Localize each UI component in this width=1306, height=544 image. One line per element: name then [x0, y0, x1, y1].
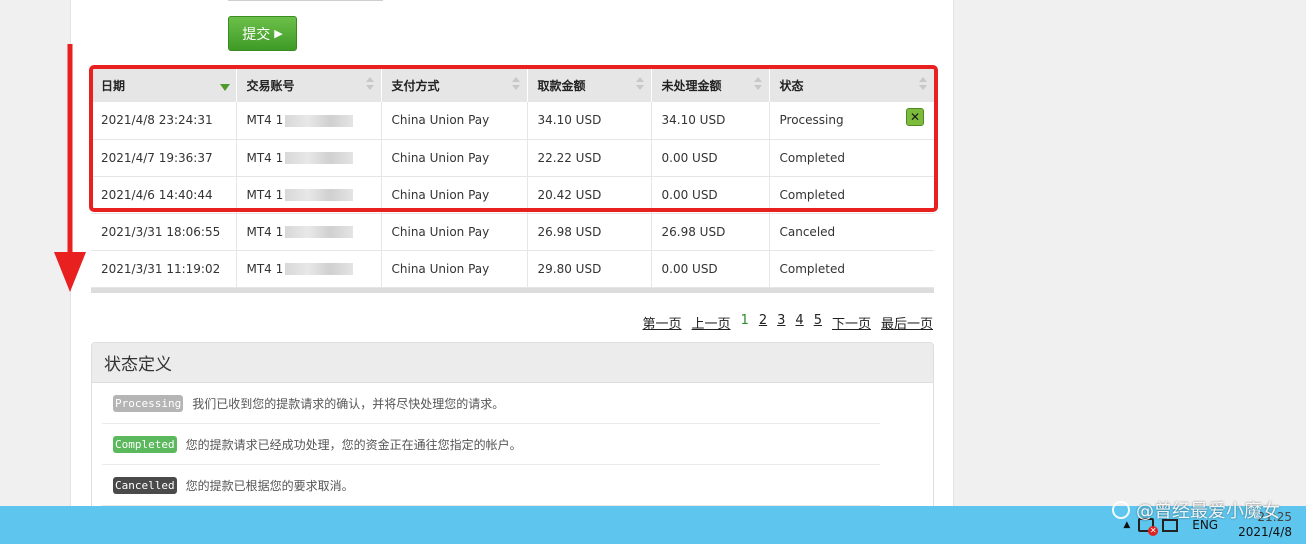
table-header-row: 日期 交易账号 支付方式 取款金额 未处理金额 状态: [91, 68, 935, 102]
sort-icon: [511, 77, 520, 91]
col-header-date[interactable]: 日期: [91, 68, 237, 102]
input-bottom-edge: [228, 0, 383, 1]
cell-account: MT4 1: [236, 213, 382, 251]
status-badge: Cancelled: [113, 476, 177, 494]
cell-pending: 0.00 USD: [651, 176, 770, 214]
cell-status: Processing ✕: [769, 102, 934, 140]
cell-method: China Union Pay: [381, 213, 528, 251]
status-def-row: Processing 我们已收到您的提款请求的确认，并将尽快处理您的请求。: [102, 383, 880, 424]
cell-method: China Union Pay: [381, 139, 528, 177]
col-header-account[interactable]: 交易账号: [236, 68, 382, 102]
cell-amount: 20.42 USD: [527, 176, 652, 214]
cell-pending: 34.10 USD: [651, 102, 770, 140]
cell-pending: 26.98 USD: [651, 213, 770, 251]
arrow-down-icon: [54, 44, 86, 292]
status-desc: 您的提款已根据您的要求取消。: [185, 478, 354, 493]
sort-icon: [635, 77, 644, 91]
cell-account: MT4 1: [236, 176, 382, 214]
cell-date: 2021/3/31 18:06:55: [91, 213, 237, 251]
redacted-blur: [285, 226, 354, 238]
sort-icon: [918, 77, 927, 91]
status-desc: 您的提款请求已经成功处理，您的资金正在通往您指定的帐户。: [185, 437, 522, 452]
cell-amount: 26.98 USD: [527, 213, 652, 251]
cell-status: Completed: [769, 250, 934, 288]
sort-icon: [753, 77, 762, 91]
status-definitions-title: 状态定义: [92, 343, 933, 383]
table-row: 2021/4/6 14:40:44 MT4 1 China Union Pay …: [91, 176, 934, 214]
status-badge: Completed: [113, 435, 177, 453]
cell-date: 2021/4/6 14:40:44: [91, 176, 237, 214]
cell-account: MT4 1: [236, 139, 382, 177]
cell-method: China Union Pay: [381, 176, 528, 214]
cell-date: 2021/4/7 19:36:37: [91, 139, 237, 177]
redacted-blur: [285, 263, 354, 275]
table-bottom-bar: [91, 287, 934, 293]
col-header-status[interactable]: 状态: [769, 68, 935, 102]
cell-status: Completed: [769, 176, 934, 214]
table-row: 2021/4/8 23:24:31 MT4 1 China Union Pay …: [91, 102, 934, 140]
pager-first[interactable]: 第一页: [643, 313, 682, 332]
col-header-method[interactable]: 支付方式: [381, 68, 528, 102]
cancel-request-icon[interactable]: ✕: [906, 108, 924, 126]
cell-date: 2021/4/8 23:24:31: [91, 102, 237, 140]
page-content: 提交 ▶ 日期 交易账号 支付方式 取款金额 未处理金额 状态 2021/4/8…: [70, 0, 954, 512]
col-header-pending[interactable]: 未处理金额: [651, 68, 770, 102]
status-desc: 我们已收到您的提款请求的确认，并将尽快处理您的请求。: [192, 396, 505, 411]
status-definitions-panel: 状态定义 Processing 我们已收到您的提款请求的确认，并将尽快处理您的请…: [91, 342, 934, 512]
status-def-row: Cancelled 您的提款已根据您的要求取消。: [102, 465, 880, 506]
table-row: 2021/3/31 18:06:55 MT4 1 China Union Pay…: [91, 213, 934, 251]
pager-page-4[interactable]: 4: [795, 313, 803, 332]
pager-page-5[interactable]: 5: [814, 313, 822, 332]
col-header-amount[interactable]: 取款金额: [527, 68, 652, 102]
status-badge: Processing: [113, 394, 184, 412]
cell-pending: 0.00 USD: [651, 250, 770, 288]
pager-page-2[interactable]: 2: [759, 313, 767, 332]
table-row: 2021/4/7 19:36:37 MT4 1 China Union Pay …: [91, 139, 934, 177]
cell-date: 2021/3/31 11:19:02: [91, 250, 237, 288]
pager-last[interactable]: 最后一页: [881, 313, 933, 332]
cell-amount: 29.80 USD: [527, 250, 652, 288]
redacted-blur: [285, 152, 354, 164]
pager-next[interactable]: 下一页: [832, 313, 871, 332]
play-icon: ▶: [274, 28, 283, 40]
cell-account: MT4 1: [236, 102, 382, 140]
cell-pending: 0.00 USD: [651, 139, 770, 177]
cell-amount: 22.22 USD: [527, 139, 652, 177]
cell-method: China Union Pay: [381, 250, 528, 288]
pager-page-1: 1: [740, 313, 749, 328]
cell-amount: 34.10 USD: [527, 102, 652, 140]
sort-icon: [365, 77, 374, 91]
taskbar: ▲ ✕ ENG 21:25 2021/4/8: [0, 506, 1306, 544]
table-row: 2021/3/31 11:19:02 MT4 1 China Union Pay…: [91, 250, 934, 288]
pager-prev[interactable]: 上一页: [692, 313, 731, 332]
pager-page-3[interactable]: 3: [777, 313, 785, 332]
cell-status: Canceled: [769, 213, 934, 251]
watermark: @曾经最爱小魔女: [1112, 497, 1280, 523]
withdrawal-table: 日期 交易账号 支付方式 取款金额 未处理金额 状态 2021/4/8 23:2…: [91, 68, 935, 293]
pagination: 第一页 上一页 1 2 3 4 5 下一页 最后一页: [643, 313, 933, 332]
cell-method: China Union Pay: [381, 102, 528, 140]
cell-account: MT4 1: [236, 250, 382, 288]
redacted-blur: [285, 114, 354, 127]
sort-desc-icon: [219, 84, 230, 91]
submit-button[interactable]: 提交 ▶: [228, 16, 297, 51]
watermark-logo-icon: [1112, 501, 1130, 519]
redacted-blur: [285, 189, 354, 201]
status-def-row: Completed 您的提款请求已经成功处理，您的资金正在通往您指定的帐户。: [102, 424, 880, 465]
cell-status: Completed: [769, 139, 934, 177]
